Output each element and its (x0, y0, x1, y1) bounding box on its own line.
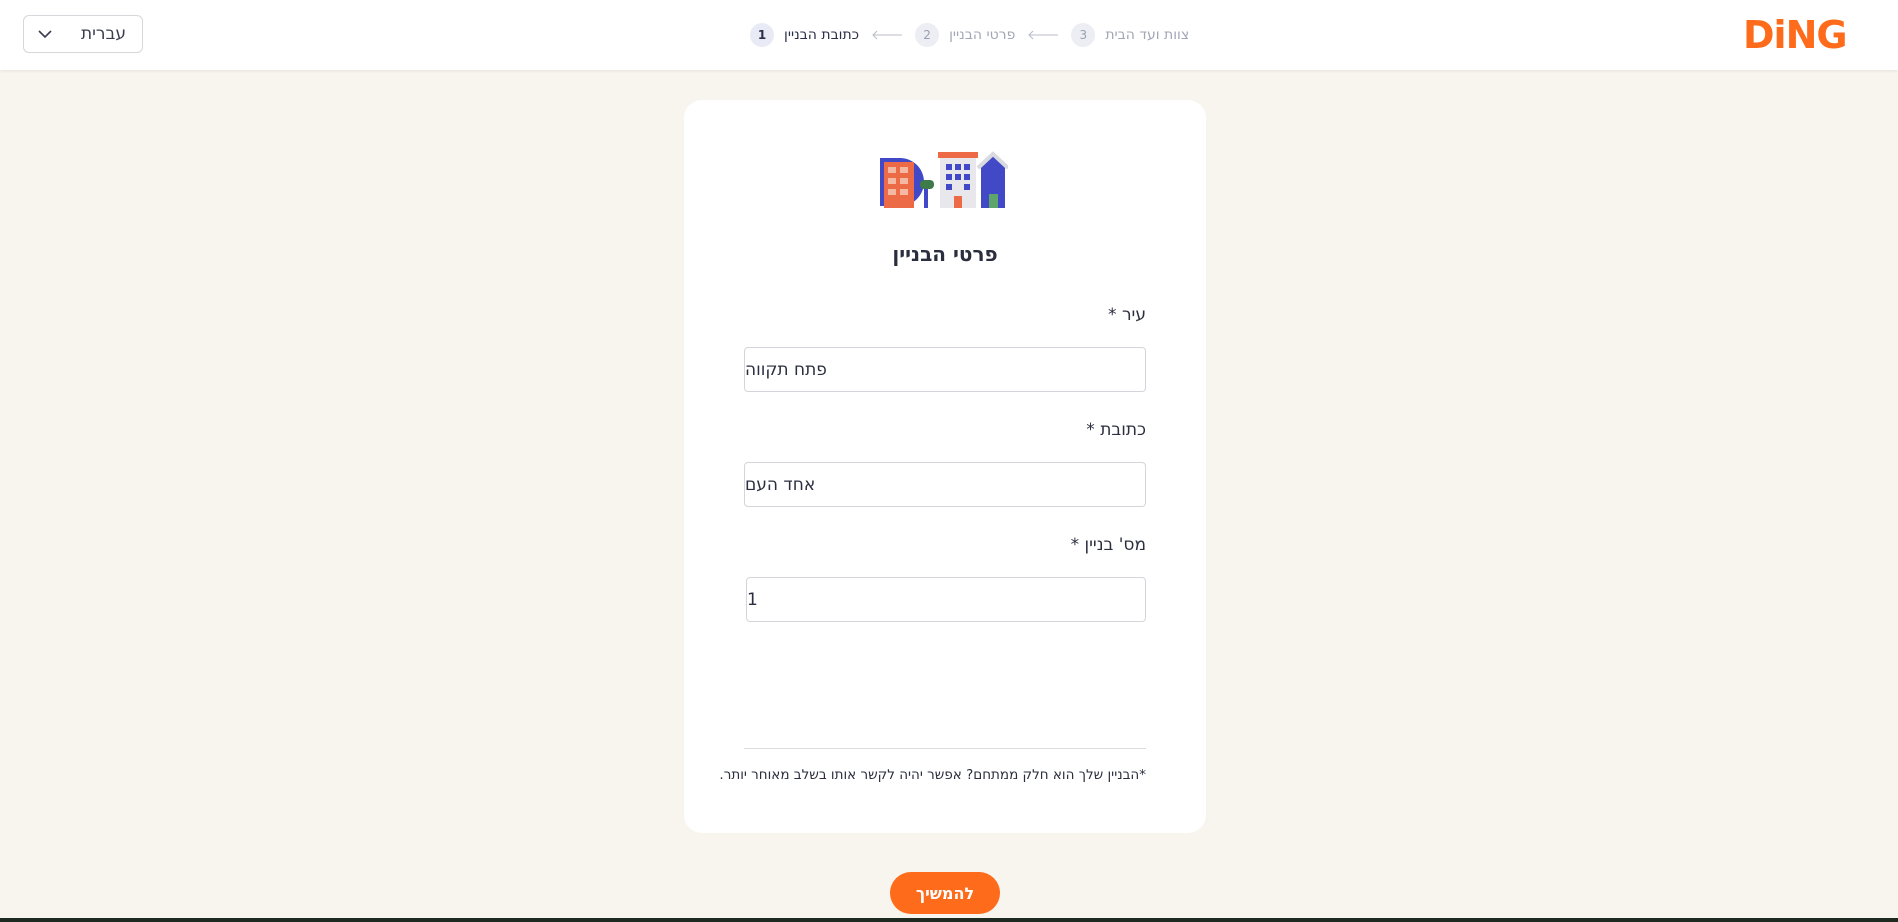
step-label: פרטי הבניין (949, 27, 1016, 43)
step-house-committee: 3 צוות ועד הבית (1071, 23, 1189, 47)
city-field[interactable]: פתח תקווה (744, 347, 1146, 392)
building-number-value: 1 (747, 589, 758, 610)
step-label: צוות ועד הבית (1105, 27, 1190, 43)
divider (744, 748, 1146, 749)
buildings-illustration-icon (880, 151, 1008, 208)
building-number-label: מס' בניין * (1070, 535, 1146, 555)
top-bar: עברית 1 כתובת הבניין 2 פרטי הבניין 3 צוו… (0, 0, 1898, 70)
step-number: 3 (1071, 23, 1096, 47)
building-number-field[interactable]: 1 (746, 577, 1146, 622)
city-value: פתח תקווה (745, 359, 827, 380)
arrow-left-icon (1027, 30, 1059, 40)
ding-logo[interactable]: DiNG (1743, 15, 1848, 55)
city-label: עיר * (1108, 305, 1146, 325)
step-number: 2 (915, 23, 940, 47)
address-value: אחד העם (745, 474, 816, 495)
building-details-card: פרטי הבניין עיר * פתח תקווה כתובת * אחד … (684, 100, 1206, 833)
language-select[interactable]: עברית (23, 15, 143, 53)
bottom-strip (0, 918, 1898, 922)
complex-note: *הבניין שלך הוא חלק ממתחם? אפשר יהיה לקש… (719, 767, 1146, 783)
step-building-address: 1 כתובת הבניין (750, 23, 859, 47)
form-title: פרטי הבניין (892, 242, 998, 266)
chevron-down-icon (36, 25, 54, 43)
progress-stepper: 1 כתובת הבניין 2 פרטי הבניין 3 צוות ועד … (750, 22, 1189, 48)
continue-button[interactable]: להמשיך (890, 872, 1000, 914)
step-number: 1 (750, 23, 774, 47)
address-label: כתובת * (1086, 420, 1146, 440)
step-label: כתובת הבניין (784, 27, 860, 43)
arrow-left-icon (871, 30, 903, 40)
address-field[interactable]: אחד העם (744, 462, 1146, 507)
language-select-value: עברית (80, 24, 126, 44)
step-building-details: 2 פרטי הבניין (915, 23, 1015, 47)
